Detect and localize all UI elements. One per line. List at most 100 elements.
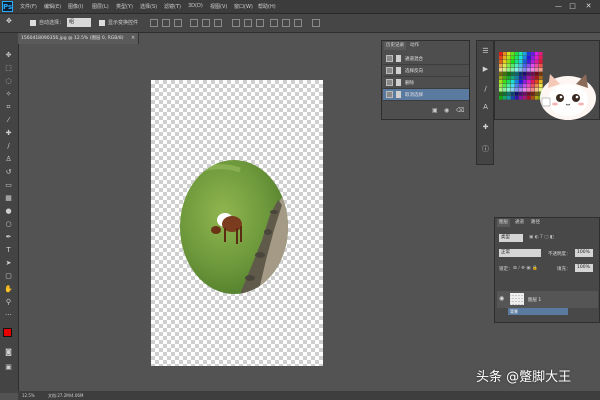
swatch-cell[interactable] [499, 52, 503, 56]
swatch-cell[interactable] [535, 64, 539, 68]
auto-align-icon[interactable] [312, 19, 320, 27]
swatch-cell[interactable] [539, 60, 543, 64]
swatch-cell[interactable] [527, 84, 531, 88]
swatch-cell[interactable] [515, 68, 519, 72]
pen-tool-icon[interactable]: ✒ [4, 233, 13, 242]
swatch-cell[interactable] [511, 60, 515, 64]
swatch-cell[interactable] [523, 96, 527, 100]
swatch-cell[interactable] [535, 60, 539, 64]
foreground-color-swatch[interactable] [3, 328, 12, 337]
swatch-cell[interactable] [523, 64, 527, 68]
swatch-cell[interactable] [499, 88, 503, 92]
swatch-cell[interactable] [527, 92, 531, 96]
brush-tool-icon[interactable]: ∕ [4, 142, 13, 151]
swatch-cell[interactable] [523, 56, 527, 60]
swatch-cell[interactable] [507, 76, 511, 80]
swatch-cell[interactable] [507, 60, 511, 64]
align-left-icon[interactable] [190, 19, 198, 27]
menu-3d[interactable]: 3D(D) [188, 3, 203, 9]
menu-image[interactable]: 图像(I) [68, 3, 83, 10]
swatch-cell[interactable] [515, 72, 519, 76]
swatch-cell[interactable] [511, 96, 515, 100]
magic-wand-tool-icon[interactable]: ✧ [4, 90, 13, 99]
swatch-cell[interactable] [531, 60, 535, 64]
swatch-cell[interactable] [523, 92, 527, 96]
lock-options-icons[interactable]: ⊠ ∕ ✥ ▣ 🔒 [513, 266, 538, 271]
swatch-cell[interactable] [527, 80, 531, 84]
swatch-cell[interactable] [511, 80, 515, 84]
actions-panel-icon[interactable]: ▶ [481, 65, 490, 74]
dodge-tool-icon[interactable]: ○ [4, 220, 13, 229]
delete-state-icon[interactable]: ⌫ [456, 108, 464, 114]
tab-layers[interactable]: 图层 [497, 219, 510, 227]
create-snapshot-icon[interactable]: ◉ [444, 108, 450, 114]
swatch-cell[interactable] [503, 72, 507, 76]
distribute-left-icon[interactable] [270, 19, 278, 27]
path-selection-tool-icon[interactable]: ➤ [4, 259, 13, 268]
swatch-cell[interactable] [499, 68, 503, 72]
swatch-cell[interactable] [523, 72, 527, 76]
info-panel-icon[interactable]: ⓘ [481, 145, 490, 154]
eyedropper-tool-icon[interactable]: ⁄ [4, 116, 13, 125]
swatch-cell[interactable] [507, 72, 511, 76]
distribute-top-icon[interactable] [232, 19, 240, 27]
document-canvas[interactable] [151, 80, 323, 366]
swatch-cell[interactable] [539, 56, 543, 60]
swatch-cell[interactable] [503, 64, 507, 68]
swatch-cell[interactable] [515, 80, 519, 84]
blend-mode-dropdown[interactable]: 正常 [499, 249, 541, 257]
opacity-input[interactable]: 100% [575, 249, 593, 257]
swatch-cell[interactable] [503, 68, 507, 72]
type-tool-icon[interactable]: T [4, 246, 13, 255]
menu-view[interactable]: 视图(V) [210, 3, 227, 10]
swatch-cell[interactable] [523, 52, 527, 56]
swatch-cell[interactable] [515, 76, 519, 80]
swatch-cell[interactable] [527, 96, 531, 100]
swatch-cell[interactable] [499, 96, 503, 100]
document-tab[interactable]: 1560418090356.jpg @ 12.5% (图层 0, RGB/8) … [18, 33, 139, 44]
hand-tool-icon[interactable]: ✋ [4, 285, 13, 294]
align-bottom-icon[interactable] [174, 19, 182, 27]
swatch-cell[interactable] [519, 64, 523, 68]
tab-actions[interactable]: 动作 [408, 42, 421, 50]
swatch-cell[interactable] [519, 84, 523, 88]
swatch-cell[interactable] [511, 88, 515, 92]
swatch-cell[interactable] [523, 84, 527, 88]
swatch-cell[interactable] [507, 88, 511, 92]
swatch-cell[interactable] [527, 64, 531, 68]
menu-file[interactable]: 文件(F) [20, 3, 37, 10]
swatch-cell[interactable] [515, 52, 519, 56]
swatch-cell[interactable] [515, 64, 519, 68]
menu-window[interactable]: 窗口(W) [234, 3, 253, 10]
align-top-icon[interactable] [150, 19, 158, 27]
swatch-cell[interactable] [515, 84, 519, 88]
swatch-cell[interactable] [523, 68, 527, 72]
align-hcenter-icon[interactable] [202, 19, 210, 27]
swatch-cell[interactable] [527, 76, 531, 80]
swatch-cell[interactable] [499, 80, 503, 84]
swatch-cell[interactable] [523, 80, 527, 84]
lasso-tool-icon[interactable]: ◌ [4, 77, 13, 86]
swatch-cell[interactable] [523, 88, 527, 92]
swatch-cell[interactable] [519, 56, 523, 60]
close-window-button[interactable]: ✕ [583, 1, 594, 11]
swatch-cell[interactable] [499, 64, 503, 68]
screen-mode-icon[interactable]: ▣ [4, 363, 13, 372]
swatch-cell[interactable] [511, 72, 515, 76]
fill-input[interactable]: 100% [575, 264, 593, 272]
swatch-cell[interactable] [515, 92, 519, 96]
quick-mask-icon[interactable]: ◙ [4, 348, 13, 357]
swatch-cell[interactable] [531, 56, 535, 60]
swatch-cell[interactable] [519, 68, 523, 72]
layer-filter-dropdown[interactable]: 类型 [499, 234, 523, 242]
history-item[interactable]: 删除 [383, 77, 469, 89]
swatch-cell[interactable] [507, 80, 511, 84]
swatch-cell[interactable] [499, 92, 503, 96]
swatch-cell[interactable] [499, 76, 503, 80]
history-item-active[interactable]: 取消选择 [383, 89, 469, 101]
swatch-cell[interactable] [503, 88, 507, 92]
swatch-cell[interactable] [515, 56, 519, 60]
swatch-cell[interactable] [507, 84, 511, 88]
show-transform-checkbox[interactable] [99, 20, 105, 26]
layer-filter-icons[interactable]: ▣ ◐ T ▢ ◧ [529, 235, 554, 240]
